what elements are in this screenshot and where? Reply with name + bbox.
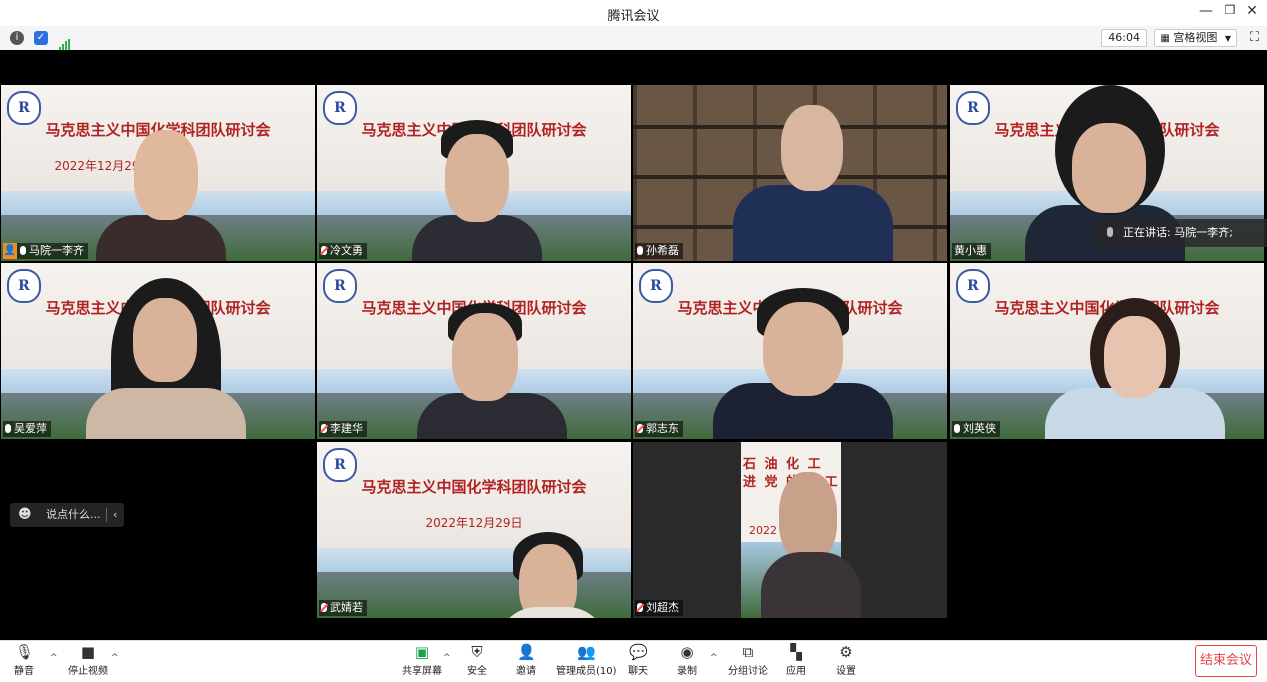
name-tag: 👤 马院一李齐 — [3, 243, 88, 259]
signal-icon[interactable] — [59, 32, 71, 51]
share-options-chevron[interactable]: ^ — [443, 653, 451, 663]
video-tile-10[interactable]: 石 油 化 工 进 党 的 ” 工 2022 刘超杰 — [633, 442, 947, 618]
video-tile-7[interactable]: R 马克思主义中国化学科团队研讨会 郭志东 — [633, 263, 947, 439]
chat-button[interactable]: 💬 聊天 — [628, 643, 648, 677]
chevron-down-icon: ▼ — [1224, 34, 1231, 43]
apps-icon: ▚ — [790, 643, 802, 661]
window-title: 腾讯会议 — [607, 9, 660, 24]
breakout-icon: ⧉ — [742, 643, 754, 661]
name-tag: 冷文勇 — [319, 243, 367, 259]
end-meeting-button[interactable]: 结束会议 — [1195, 645, 1257, 677]
meeting-timer: 46:04 — [1101, 29, 1147, 47]
microphone-icon: 🎙 — [15, 643, 35, 661]
name-tag: 刘超杰 — [635, 600, 683, 616]
mic-icon — [5, 424, 11, 433]
close-icon[interactable]: ✕ — [1241, 3, 1263, 19]
video-tile-3[interactable]: 孙希磊 — [633, 85, 947, 261]
fullscreen-icon[interactable]: ⛶ — [1250, 30, 1259, 45]
mic-icon — [637, 246, 643, 255]
host-icon: 👤 — [3, 243, 17, 259]
minimize-icon[interactable]: — — [1195, 3, 1217, 19]
shield-icon: ⛨ — [471, 643, 483, 661]
quick-chat-box[interactable]: ☻ 说点什么... ‹ — [10, 503, 124, 527]
settings-button[interactable]: ⚙ 设置 — [836, 643, 856, 677]
apps-button[interactable]: ▚ 应用 — [786, 643, 806, 677]
video-tile-2[interactable]: R 马克思主义中国化学科团队研讨会 冷文勇 — [317, 85, 631, 261]
title-bar: 腾讯会议 — ❐ ✕ — [0, 0, 1267, 26]
mic-icon — [954, 424, 960, 433]
name-tag: 李建华 — [319, 421, 367, 437]
record-button[interactable]: ◉ 录制 — [677, 643, 697, 677]
share-screen-icon: ▣ — [414, 643, 430, 661]
video-tile-1[interactable]: R 马克思主义中国化学科团队研讨会 2022年12月29日 👤马院一李齐 — [1, 85, 315, 261]
video-tile-5[interactable]: R 马克思主义中国化学科团队研讨会 吴爱萍 — [1, 263, 315, 439]
video-options-chevron[interactable]: ^ — [111, 653, 119, 663]
chat-icon: 💬 — [629, 643, 648, 661]
mic-muted-icon — [321, 246, 327, 255]
mic-icon — [1107, 227, 1113, 237]
mic-muted-icon — [637, 603, 643, 612]
banner-date: 2022年12月29日 — [425, 516, 523, 530]
stop-video-button[interactable]: ■ 停止视频 — [68, 643, 108, 677]
video-tile-6[interactable]: R 马克思主义中国化学科团队研讨会 李建华 — [317, 263, 631, 439]
grid-icon: ▦ — [1160, 33, 1170, 44]
share-screen-button[interactable]: ▣ 共享屏幕 — [402, 643, 442, 677]
info-icon[interactable]: i — [10, 31, 24, 45]
mic-muted-icon — [321, 603, 327, 612]
camera-icon: ■ — [80, 643, 96, 661]
banner-title: 马克思主义中国化学科团队研讨会 — [361, 478, 587, 496]
manage-members-button[interactable]: 👥 管理成员(10) — [556, 643, 617, 677]
name-tag: 武婧若 — [319, 600, 367, 616]
meeting-toolbar: 🎙 静音 ^ ■ 停止视频 ^ ▣ 共享屏幕 ^ ⛨ 安全 👤 邀请 👥 管理成员(10) … — [0, 640, 1267, 682]
name-tag: 郭志东 — [635, 421, 683, 437]
active-speaker-indicator: 正在讲话: 马院一李齐; — [1097, 219, 1267, 247]
breakout-rooms-button[interactable]: ⧉ 分组讨论 — [728, 643, 768, 677]
gear-icon: ⚙ — [839, 643, 853, 661]
mic-icon — [20, 246, 26, 255]
emoji-icon[interactable]: ☻ — [18, 503, 32, 527]
mic-muted-icon — [637, 424, 643, 433]
mute-button[interactable]: 🎙 静音 — [14, 643, 34, 677]
record-icon: ◉ — [680, 643, 694, 661]
chat-input[interactable]: 说点什么... — [46, 503, 101, 527]
name-tag: 刘英侠 — [952, 421, 1000, 437]
mute-options-chevron[interactable]: ^ — [50, 653, 58, 663]
security-button[interactable]: ⛨ 安全 — [467, 643, 487, 677]
invite-button[interactable]: 👤 邀请 — [516, 643, 536, 677]
invite-icon: 👤 — [517, 643, 536, 661]
restore-icon[interactable]: ❐ — [1219, 3, 1241, 17]
shield-icon[interactable]: ✓ — [34, 31, 48, 45]
banner-date-fragment: 2022 — [749, 524, 777, 537]
portrait-video: 石 油 化 工 进 党 的 ” 工 2022 — [741, 442, 861, 618]
meeting-info-bar: i ✓ 46:04 ▦ 宫格视图 ▼ ⛶ — [0, 26, 1267, 51]
name-tag: 黄小惠 — [952, 243, 991, 259]
view-switch-button[interactable]: ▦ 宫格视图 ▼ — [1154, 29, 1237, 47]
name-tag: 吴爱萍 — [3, 421, 51, 437]
name-tag: 孙希磊 — [635, 243, 683, 259]
record-options-chevron[interactable]: ^ — [710, 653, 718, 663]
video-tile-9[interactable]: R 马克思主义中国化学科团队研讨会 2022年12月29日 武婧若 — [317, 442, 631, 618]
collapse-icon[interactable]: ‹ — [106, 508, 117, 522]
view-label: 宫格视图 — [1173, 31, 1218, 44]
members-icon: 👥 — [577, 643, 596, 661]
mic-muted-icon — [321, 424, 327, 433]
video-tile-8[interactable]: R 马克思主义中国化学科团队研讨会 刘英侠 — [950, 263, 1264, 439]
